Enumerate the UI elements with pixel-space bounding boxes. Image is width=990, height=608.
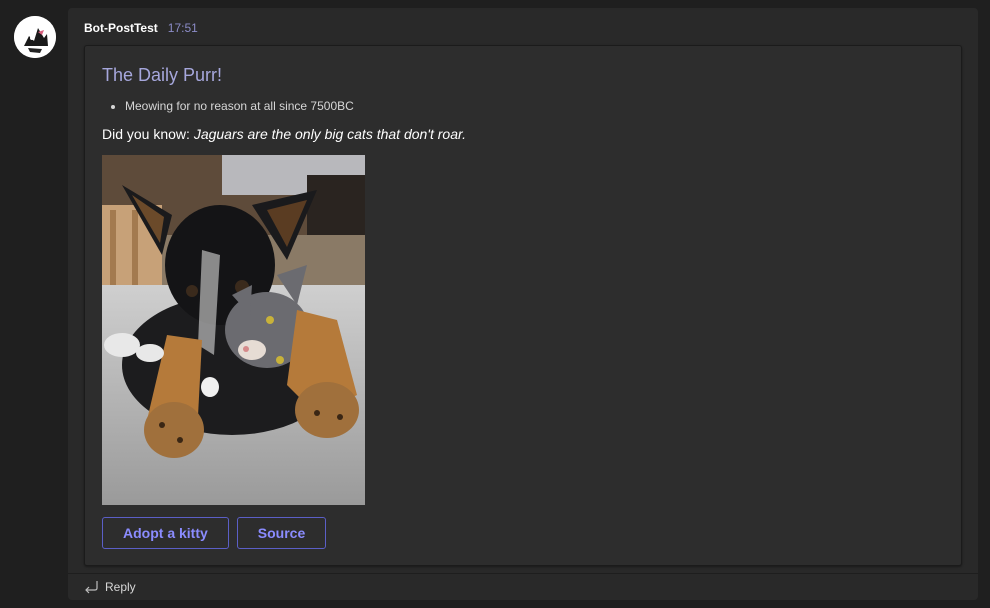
fun-fact: Did you know: Jaguars are the only big c… bbox=[102, 126, 466, 142]
fun-fact-text: Jaguars are the only big cats that don't… bbox=[193, 126, 467, 142]
sender-name[interactable]: Bot-PostTest bbox=[84, 21, 158, 35]
message-timestamp: 17:51 bbox=[167, 21, 198, 35]
source-button[interactable]: Source bbox=[236, 517, 327, 549]
reply-arrow-icon bbox=[85, 581, 98, 594]
message-header: Bot-PostTest 17:51 bbox=[84, 21, 198, 35]
teams-channel-view: Bot-PostTest 17:51 The Daily Purr! Meowi… bbox=[0, 0, 990, 608]
adaptive-card: The Daily Purr! Meowing for no reason at… bbox=[84, 45, 962, 566]
card-actions: Adopt a kitty Source bbox=[102, 517, 327, 549]
dog-and-cat-photo bbox=[102, 155, 365, 505]
message-post: Bot-PostTest 17:51 The Daily Purr! Meowi… bbox=[68, 8, 978, 600]
fun-fact-prefix: Did you know: bbox=[102, 126, 194, 142]
card-bullet-list: Meowing for no reason at all since 7500B… bbox=[102, 98, 354, 114]
adopt-a-kitty-button[interactable]: Adopt a kitty bbox=[102, 517, 229, 549]
reply-button[interactable]: Reply bbox=[68, 573, 978, 600]
bot-avatar-icon[interactable] bbox=[14, 16, 56, 58]
card-title: The Daily Purr! bbox=[102, 65, 223, 85]
list-item: Meowing for no reason at all since 7500B… bbox=[125, 98, 354, 114]
reply-label: Reply bbox=[105, 580, 136, 594]
